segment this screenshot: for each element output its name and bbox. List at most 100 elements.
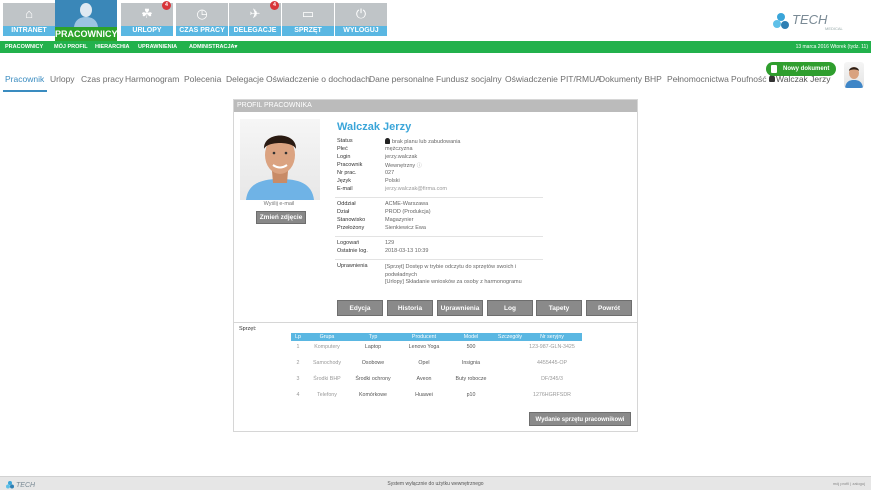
column-header: Model <box>463 334 479 340</box>
field-label: Login <box>337 154 351 160</box>
subnav-administracja[interactable]: ADMINISTRACJA▾ <box>189 41 237 53</box>
nav-tile-delegacje[interactable]: ✈ DELEGACJE 4 <box>229 1 281 36</box>
subnav-hierarchia[interactable]: HIERARCHIA <box>95 41 130 53</box>
log-button[interactable]: Log <box>487 300 533 316</box>
employee-profile-panel: PROFIL PRACOWNIKA Wyślij e-mail Zmień zd… <box>233 99 638 432</box>
field-stanowisko: Magazynier <box>385 217 414 223</box>
current-date: 13 marca 2016 Wtorek (tydz. 11) <box>795 44 868 50</box>
cell-producent: Aveon <box>416 376 432 382</box>
cell-lp: 3 <box>296 376 300 382</box>
new-document-button[interactable]: Nowy dokument <box>766 62 836 76</box>
nav-tile-label: URLOPY <box>121 26 173 36</box>
field-plec: mężczyzna <box>385 146 413 152</box>
nav-tile-label: WYLOGUJ <box>335 26 387 36</box>
subnav-pracownicy[interactable]: PRACOWNICY <box>5 41 43 53</box>
tab-czas-pracy[interactable]: Czas pracy <box>81 74 124 84</box>
tab-dane-personalne[interactable]: Dane personalne <box>369 74 434 84</box>
history-button[interactable]: Historia <box>387 300 433 316</box>
employee-photo <box>240 119 320 200</box>
new-document-label: Nowy dokument <box>783 66 830 72</box>
send-email-link[interactable]: Wyślij e-mail <box>250 201 308 207</box>
tab-delegacje[interactable]: Delegacje <box>226 74 264 84</box>
back-button[interactable]: Powrót <box>586 300 632 316</box>
nav-tile-urlopy[interactable]: ☘ URLOPY 4 <box>121 1 173 36</box>
tab-pracownik[interactable]: Pracownik <box>5 74 44 84</box>
field-jezyk: Polski <box>385 178 400 184</box>
edit-button[interactable]: Edycja <box>337 300 383 316</box>
power-icon: ⏻ <box>355 6 367 21</box>
cell-model: Buty robocze <box>455 376 487 382</box>
change-photo-button[interactable]: Zmień zdjęcie <box>256 211 306 224</box>
nav-tile-intranet[interactable]: ⌂ INTRANET <box>3 3 55 36</box>
field-oddzial: ACME-Warszawa <box>385 201 429 207</box>
column-header: Lp <box>295 334 301 340</box>
nav-tile-wyloguj[interactable]: ⏻ WYLOGUJ <box>335 3 387 36</box>
cell-lp: 1 <box>296 344 300 350</box>
cell-typ: Osobowe <box>361 360 385 366</box>
nav-tile-pracownicy[interactable]: PRACOWNICY <box>55 0 118 41</box>
clock-icon: ◷ <box>196 6 208 21</box>
field-email[interactable]: jerzy.walczak@firma.com <box>385 186 447 192</box>
table-row[interactable]: 4 Telefony Komórkowe Huawei p10 1276HGRF… <box>291 390 582 400</box>
field-label: Nr prac. <box>337 170 357 176</box>
nav-tile-label: DELEGACJE <box>229 26 281 36</box>
table-row[interactable]: 1 Komputery Laptop Lenovo Yoga 500 123-9… <box>291 342 582 352</box>
field-label: Przełożony <box>337 225 365 231</box>
divider <box>335 259 543 260</box>
field-label: Status <box>337 138 353 144</box>
cell-producent: Huawei <box>415 392 433 398</box>
tab-polecenia[interactable]: Polecenia <box>184 74 221 84</box>
field-label: Ostatnie log. <box>337 248 368 254</box>
field-ostatnie-log: 2018-03-13 10:39 <box>385 248 429 254</box>
tab-pelnomocnictwa[interactable]: Pełnomocnictwa <box>667 74 729 84</box>
tab-poufnosc[interactable]: Poufność <box>731 74 766 84</box>
active-tab-indicator <box>3 90 47 92</box>
subnav-uprawnienia[interactable]: UPRAWNIENIA <box>138 41 177 53</box>
employee-icon <box>55 1 117 30</box>
info-icon[interactable]: ⓘ <box>417 163 422 169</box>
tab-oswiadczenie-pit[interactable]: Oświadczenie PIT/RMUA <box>505 74 601 84</box>
field-nr-prac: 027 <box>385 170 395 176</box>
column-header: Szczegóły <box>497 334 523 340</box>
footer: TECH System wyłącznie do użytku wewnętrz… <box>0 476 871 490</box>
field-label: Język <box>337 178 352 184</box>
field-label: Logowań <box>337 240 360 246</box>
field-label: Płeć <box>337 146 348 152</box>
nav-tile-sprzęt[interactable]: ▭ SPRZĘT <box>282 3 334 36</box>
footer-links[interactable]: mój profil | zaloguj <box>833 477 865 491</box>
cell-model: p10 <box>466 392 476 398</box>
cell-model: 500 <box>466 344 476 350</box>
document-icon <box>771 65 777 73</box>
wallpapers-button[interactable]: Tapety <box>536 300 582 316</box>
nav-tile-label: PRACOWNICY <box>55 27 118 41</box>
tab-dokumenty-bhp[interactable]: Dokumenty BHP <box>599 74 662 84</box>
brand-logo: TECH MEDICAL <box>773 12 844 31</box>
field-przelozony: Sienkiewicz Ewa <box>385 225 426 231</box>
subnav-moj-profil[interactable]: MÓJ PROFIL <box>54 41 88 53</box>
cell-lp: 2 <box>296 360 300 366</box>
field-label: Oddział <box>337 201 356 207</box>
divider <box>335 236 543 237</box>
brand-sub: MEDICAL <box>825 26 844 31</box>
cell-grupa: Komputery <box>314 344 340 350</box>
user-icon <box>769 75 775 82</box>
issue-equipment-button[interactable]: Wydanie sprzętu pracownikowi <box>529 412 631 426</box>
divider <box>335 197 543 198</box>
table-row[interactable]: 3 Środki BHP Środki ochrony Aveon Buty r… <box>291 374 582 384</box>
field-logowan: 129 <box>385 240 395 246</box>
tab-oswiadczenie-dochody[interactable]: Oświadczenie o dochodach <box>266 74 370 84</box>
nav-tile-czas-pracy[interactable]: ◷ CZAS PRACY <box>176 3 228 36</box>
column-header: Nr seryjny <box>540 334 564 340</box>
tab-urlopy[interactable]: Urlopy <box>50 74 75 84</box>
table-row[interactable]: 2 Samochody Osobowe Opel Insignia 445544… <box>291 358 582 368</box>
person-icon <box>385 138 390 144</box>
cell-typ: Środki ochrony <box>355 376 391 382</box>
column-header: Grupa <box>319 334 335 340</box>
tab-fundusz-socjalny[interactable]: Fundusz socjalny <box>436 74 502 84</box>
employee-name: Walczak Jerzy <box>337 121 412 133</box>
tab-harmonogram[interactable]: Harmonogram <box>125 74 179 84</box>
column-header: Typ <box>368 334 378 340</box>
permissions-button[interactable]: Uprawnienia <box>437 300 483 316</box>
avatar[interactable] <box>844 62 864 88</box>
field-dzial: PROD (Produkcja) <box>385 209 431 215</box>
